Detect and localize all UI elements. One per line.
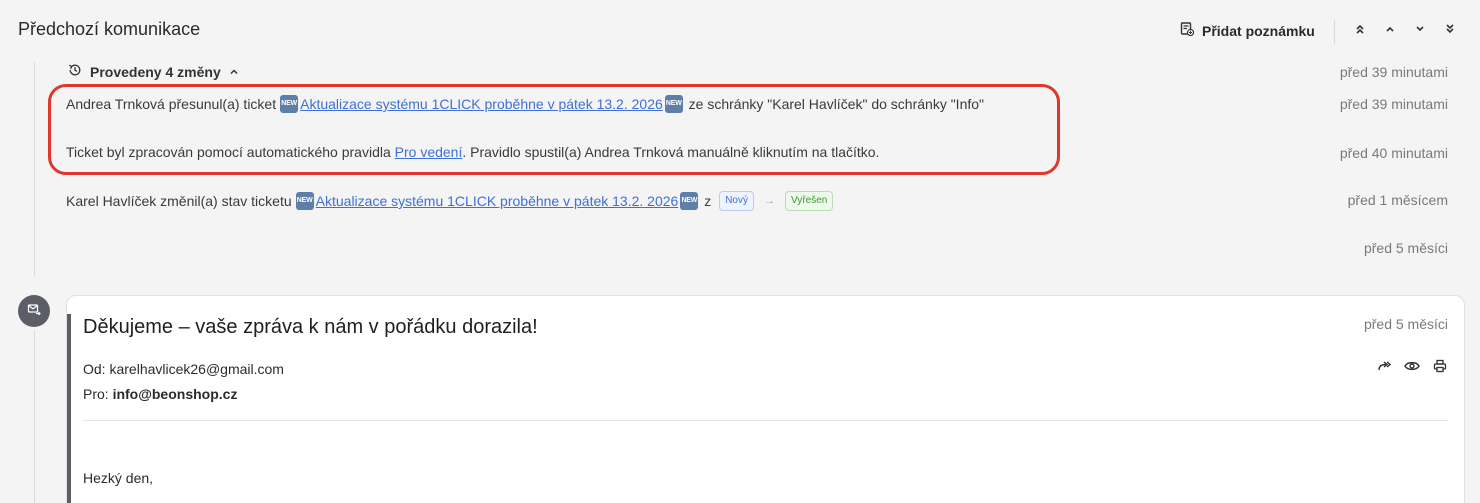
mail-incoming-icon xyxy=(27,302,41,321)
jump-last-button[interactable] xyxy=(1441,22,1459,40)
change-text: . Pravidlo spustil(a) Andrea Trnková man… xyxy=(462,144,880,160)
email-to: Pro: info@beonshop.cz xyxy=(83,386,237,402)
add-note-label: Přidat poznámku xyxy=(1202,22,1315,39)
previous-button[interactable] xyxy=(1381,22,1399,40)
timestamp: před 5 měsíci xyxy=(1363,240,1448,256)
new-badge-icon: NEW xyxy=(664,95,683,113)
change-text: Andrea Trnková přesunul(a) ticket xyxy=(66,96,277,112)
ticket-link[interactable]: Aktualizace systému 1CLICK proběhne v pá… xyxy=(316,193,679,209)
timestamp: před 1 měsícem xyxy=(1347,192,1448,208)
change-text: Ticket byl zpracován pomocí automatickéh… xyxy=(66,144,395,160)
changes-toggle[interactable]: Provedeny 4 změny xyxy=(68,63,239,80)
double-chevron-down-icon xyxy=(1444,22,1456,40)
print-icon xyxy=(1433,359,1447,378)
changes-toggle-label: Provedeny 4 změny xyxy=(90,63,221,80)
email-timestamp: před 5 měsíci xyxy=(1363,316,1448,332)
chevron-up-icon xyxy=(229,64,239,80)
from-value: karelhavlicek26@gmail.com xyxy=(109,361,284,377)
change-row: Andrea Trnková přesunul(a) ticket NEW Ak… xyxy=(66,95,984,113)
timestamp: před 39 minutami xyxy=(1339,64,1448,80)
timeline-line xyxy=(34,62,35,277)
double-chevron-up-icon xyxy=(1354,22,1366,40)
to-label: Pro: xyxy=(83,386,113,402)
chevron-down-icon xyxy=(1414,22,1426,40)
email-actions xyxy=(1376,359,1448,378)
timeline-line xyxy=(34,330,35,503)
email-body-text: Hezký den, xyxy=(83,470,154,486)
section-header: Předchozí komunikace Přidat poznámku xyxy=(0,0,1480,62)
view-button[interactable] xyxy=(1404,360,1420,376)
change-text: z xyxy=(700,193,712,209)
status-badge-from: Nový xyxy=(719,191,754,211)
email-card[interactable]: Děkujeme – vaše zpráva k nám v pořádku d… xyxy=(66,295,1465,503)
page-title: Předchozí komunikace xyxy=(18,19,201,39)
new-badge-icon: NEW xyxy=(280,95,299,113)
jump-first-button[interactable] xyxy=(1351,22,1369,40)
change-row: Ticket byl zpracován pomocí automatickéh… xyxy=(66,144,879,160)
email-subject: Děkujeme – vaše zpráva k nám v pořádku d… xyxy=(83,316,538,338)
note-add-icon xyxy=(1180,22,1195,39)
arrow-right-icon: → xyxy=(764,195,775,207)
new-badge-icon: NEW xyxy=(295,192,314,210)
from-label: Od: xyxy=(83,361,110,377)
change-text: ze schránky "Karel Havlíček" do schránky… xyxy=(684,96,985,112)
timestamp: před 40 minutami xyxy=(1339,145,1448,161)
change-text: Karel Havlíček změnil(a) stav ticketu xyxy=(66,193,292,209)
timestamp: před 39 minutami xyxy=(1339,96,1448,112)
ticket-link[interactable]: Aktualizace systému 1CLICK proběhne v pá… xyxy=(300,96,663,112)
to-value: info@beonshop.cz xyxy=(112,386,238,402)
header-divider xyxy=(1334,20,1335,44)
email-from: Od: karelhavlicek26@gmail.com xyxy=(83,361,284,377)
change-row: Karel Havlíček změnil(a) stav ticketu NE… xyxy=(66,191,837,211)
email-avatar xyxy=(18,295,50,327)
email-divider xyxy=(83,420,1448,421)
add-note-button[interactable]: Přidat poznámku xyxy=(1180,22,1315,39)
forward-icon xyxy=(1377,359,1392,378)
rule-link[interactable]: Pro vedení xyxy=(395,144,463,160)
new-badge-icon: NEW xyxy=(680,192,699,210)
print-button[interactable] xyxy=(1432,359,1448,378)
eye-icon xyxy=(1404,359,1420,378)
status-badge-to: Vyřešen xyxy=(785,191,834,211)
forward-button[interactable] xyxy=(1376,360,1392,376)
email-accent-bar xyxy=(67,314,71,503)
history-icon xyxy=(68,63,82,80)
next-button[interactable] xyxy=(1411,22,1429,40)
chevron-up-icon xyxy=(1384,22,1396,40)
